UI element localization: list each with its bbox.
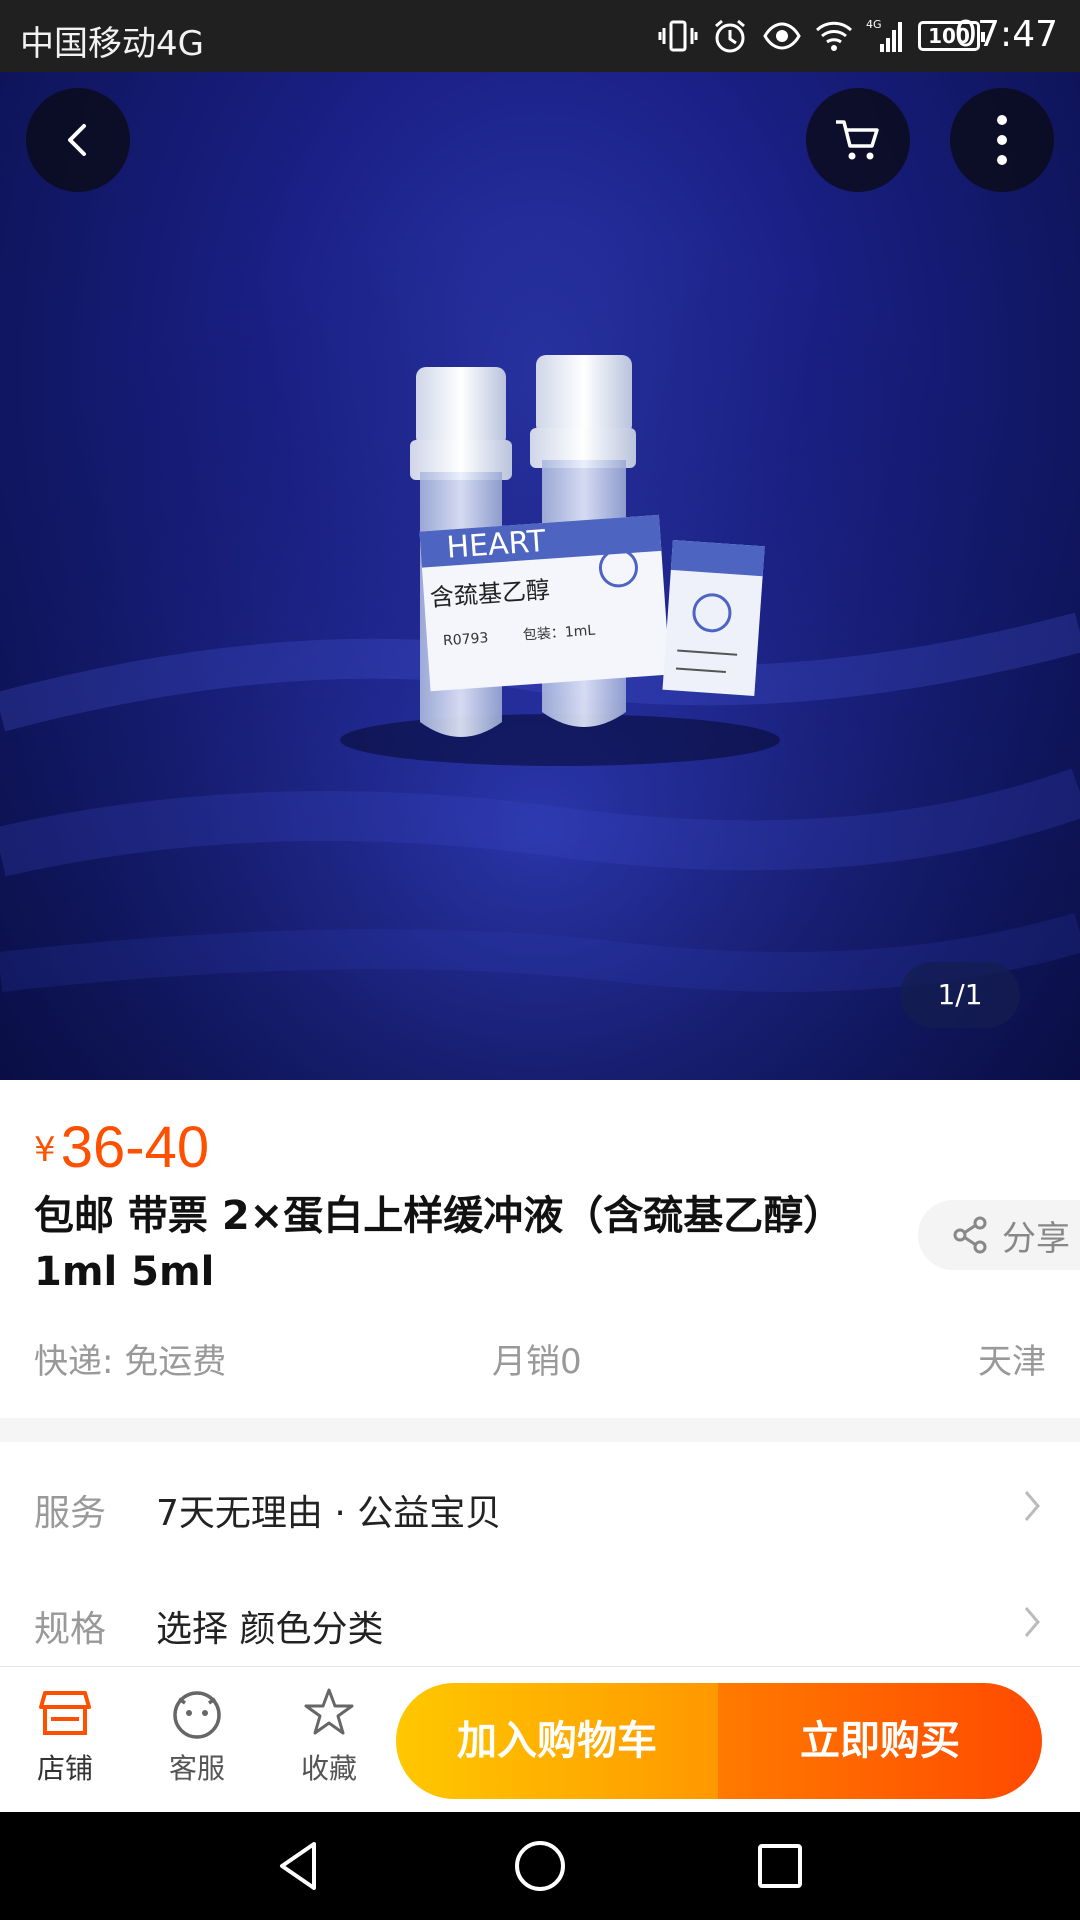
label-code: R0793 xyxy=(443,630,489,649)
back-button[interactable] xyxy=(26,88,130,192)
service-value: 7天无理由 · 公益宝贝 xyxy=(156,1493,502,1534)
eye-icon xyxy=(763,22,801,50)
image-page-indicator: 1/1 xyxy=(900,962,1020,1028)
chevron-right-icon xyxy=(1024,1607,1040,1637)
product-title-line1: 包邮 带票 2×蛋白上样缓冲液（含巯基乙醇） xyxy=(34,1193,844,1239)
nav-back-icon[interactable] xyxy=(270,1836,330,1896)
status-time: 07:47 xyxy=(954,14,1058,55)
system-nav-bar xyxy=(0,1812,1080,1920)
section-divider xyxy=(0,1418,1080,1442)
bottom-action-bar: 店铺 客服 收藏 加入购物车 立即购买 xyxy=(0,1666,1080,1812)
ship-location: 天津 xyxy=(978,1342,1046,1382)
share-label: 分享 xyxy=(1002,1218,1070,1259)
wifi-icon xyxy=(815,21,853,51)
shop-button[interactable]: 店铺 xyxy=(10,1685,120,1787)
service-label: 服务 xyxy=(34,1493,107,1534)
product-title: 包邮 带票 2×蛋白上样缓冲液（含巯基乙醇） 1ml 5ml xyxy=(34,1188,894,1300)
spec-row[interactable]: 规格 选择 颜色分类 xyxy=(0,1566,1080,1680)
cart-button[interactable] xyxy=(806,88,910,192)
customer-service-label: 客服 xyxy=(168,1752,225,1785)
status-icons: 4G 100 xyxy=(658,14,985,58)
delivery-info: 快递: 免运费 xyxy=(34,1342,227,1382)
chat-face-icon xyxy=(173,1691,221,1739)
price-currency: ¥ xyxy=(34,1130,56,1170)
more-options-button[interactable] xyxy=(950,88,1054,192)
shop-icon xyxy=(39,1691,91,1735)
more-vertical-icon xyxy=(997,115,1007,165)
velvet-background: HEART 含巯基乙醇 R0793 包装：1mL xyxy=(0,72,1080,1080)
purchase-buttons: 加入购物车 立即购买 xyxy=(396,1683,1042,1799)
product-meta: 快递: 免运费 月销0 天津 xyxy=(34,1334,1046,1384)
product-title-line2: 1ml 5ml xyxy=(34,1249,215,1295)
service-row[interactable]: 服务 7天无理由 · 公益宝贝 xyxy=(0,1450,1080,1564)
alarm-icon xyxy=(715,19,745,53)
add-to-cart-button[interactable]: 加入购物车 xyxy=(396,1683,718,1799)
shop-label: 店铺 xyxy=(36,1752,93,1785)
status-bar: 中国移动4G 4G 100 07:47 xyxy=(0,0,1080,72)
favorite-button[interactable]: 收藏 xyxy=(274,1685,384,1787)
chevron-left-icon xyxy=(68,124,86,156)
customer-service-button[interactable]: 客服 xyxy=(142,1685,252,1787)
share-icon xyxy=(953,1216,987,1254)
vibrate-icon xyxy=(658,20,698,52)
nav-recent-apps-icon[interactable] xyxy=(750,1836,810,1896)
spec-label: 规格 xyxy=(34,1609,107,1650)
carrier-name: 中国移动4G xyxy=(20,24,204,64)
favorite-label: 收藏 xyxy=(300,1752,357,1785)
cart-icon xyxy=(836,120,879,160)
buy-now-button[interactable]: 立即购买 xyxy=(718,1683,1042,1799)
nav-home-icon[interactable] xyxy=(510,1836,570,1896)
signal-icon: 4G xyxy=(866,18,902,52)
share-button[interactable]: 分享 xyxy=(918,1200,1080,1270)
star-icon xyxy=(304,1688,354,1735)
monthly-sales: 月销0 xyxy=(492,1342,582,1382)
product-image[interactable]: HEART 含巯基乙醇 R0793 包装：1mL 1/1 xyxy=(0,72,1080,1080)
price: ¥ 36-40 xyxy=(34,1114,209,1181)
label-brand: HEART xyxy=(445,524,547,566)
chevron-right-icon xyxy=(1024,1491,1040,1521)
spec-value: 选择 颜色分类 xyxy=(156,1609,384,1650)
price-value: 36-40 xyxy=(60,1115,210,1180)
network-badge: 4G xyxy=(866,18,882,31)
